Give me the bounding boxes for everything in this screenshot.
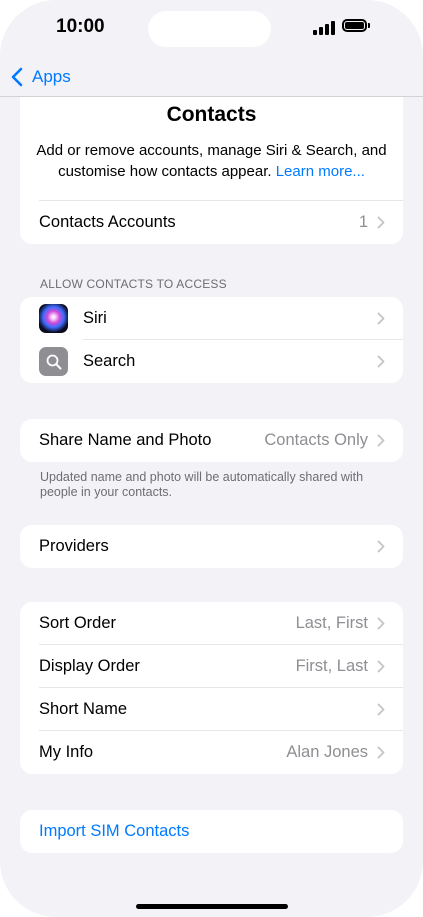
contacts-accounts-row[interactable]: Contacts Accounts 1 [20,201,403,244]
row-label: Siri [83,309,107,327]
display-settings-card: Sort Order Last, First Display Order Fir… [20,602,403,774]
sim-card: Import SIM Contacts [20,810,403,853]
display-order-row[interactable]: Display Order First, Last [20,645,403,688]
row-label: Import SIM Contacts [39,822,190,840]
chevron-right-icon [377,660,385,673]
row-label: Search [83,352,136,370]
row-value: Contacts Only [264,431,368,449]
chevron-left-icon [11,67,23,87]
access-card: Siri Search [20,297,403,383]
row-value: First, Last [295,657,368,675]
share-card: Share Name and Photo Contacts Only [20,419,403,462]
row-label: Sort Order [39,614,117,632]
learn-more-link[interactable]: Learn more... [276,163,365,180]
back-button-label: Apps [32,67,71,86]
navigation-bar: Apps [0,60,423,97]
short-name-row[interactable]: Short Name [20,688,403,731]
import-sim-contacts-button[interactable]: Import SIM Contacts [20,810,403,853]
header-description: Add or remove accounts, manage Siri & Se… [36,140,387,182]
status-bar: 10:00 [0,0,423,60]
contacts-header-card: Contacts Add or remove accounts, manage … [20,97,403,244]
row-value: Alan Jones [286,743,368,761]
chevron-right-icon [377,312,385,325]
battery-nub [368,23,370,28]
battery-icon [342,19,367,32]
chevron-right-icon [377,216,385,229]
share-name-photo-row[interactable]: Share Name and Photo Contacts Only [20,419,403,462]
sort-order-row[interactable]: Sort Order Last, First [20,602,403,645]
search-row[interactable]: Search [20,340,403,383]
chevron-right-icon [377,617,385,630]
row-label: Providers [39,537,109,555]
row-value: Last, First [295,614,368,632]
home-indicator[interactable] [136,904,288,909]
chevron-right-icon [377,434,385,447]
providers-card: Providers [20,525,403,568]
my-info-row[interactable]: My Info Alan Jones [20,731,403,774]
chevron-right-icon [377,355,385,368]
back-button[interactable]: Apps [10,63,71,91]
siri-icon [39,304,68,333]
page-title: Contacts [166,103,257,126]
siri-row[interactable]: Siri [20,297,403,340]
phone-screen: 10:00 Apps Contacts Add or remove accoun… [0,0,423,917]
row-label: Display Order [39,657,140,675]
status-time: 10:00 [56,16,105,37]
share-footer-text: Updated name and photo will be automatic… [40,470,364,499]
row-label: Contacts Accounts [39,213,176,231]
row-label: Share Name and Photo [39,431,212,449]
row-label: Short Name [39,700,128,718]
chevron-right-icon [377,540,385,553]
row-value: 1 [358,213,368,231]
row-label: My Info [39,743,94,761]
search-icon [39,347,68,376]
chevron-right-icon [377,703,385,716]
chevron-right-icon [377,746,385,759]
providers-row[interactable]: Providers [20,525,403,568]
section-header-access: ALLOW CONTACTS TO ACCESS [40,277,227,291]
signal-icon [313,21,337,35]
dynamic-island [148,11,271,47]
